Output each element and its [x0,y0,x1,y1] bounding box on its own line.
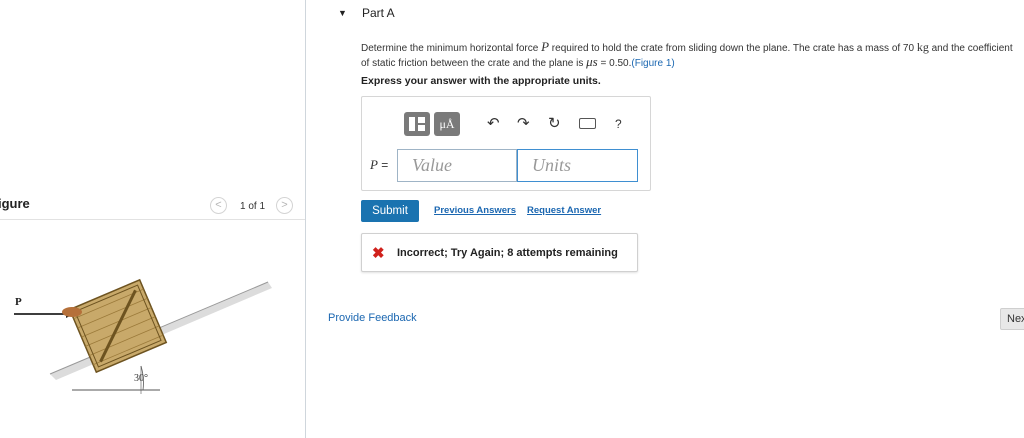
undo-icon[interactable]: ↶ [487,115,500,133]
provide-feedback-link[interactable]: Provide Feedback [328,312,417,324]
error-x-icon: ✖ [372,245,385,262]
panel-divider [305,0,306,438]
redo-icon[interactable]: ↷ [517,115,530,133]
hand [62,307,82,317]
figure-link[interactable]: (Figure 1) [631,58,674,69]
submit-button[interactable]: Submit [361,200,419,222]
figure-panel: igure < 1 of 1 > 30° P [0,0,306,438]
reset-icon[interactable]: ↻ [548,115,561,133]
feedback-message: ✖ Incorrect; Try Again; 8 attempts remai… [361,233,638,272]
previous-answers-link[interactable]: Previous Answers [434,205,516,216]
answer-variable-label: P = [370,157,389,172]
units-input[interactable]: Units [517,149,638,182]
help-icon[interactable]: ? [615,115,622,133]
problem-statement: Determine the minimum horizontal force P… [361,39,1013,69]
feedback-text: Incorrect; Try Again; 8 attempts remaini… [397,247,618,259]
crate-on-incline-figure: 30° P [14,278,272,394]
part-title[interactable]: Part A [362,6,395,20]
units-symbol-button[interactable]: μÅ [434,112,460,136]
figure-title: igure [0,196,30,211]
templates-icon[interactable] [404,112,430,136]
figure-next-button[interactable]: > [276,197,293,214]
answer-editor: μÅ ↶ ↷ ↻ ? P = Value Units [361,96,651,191]
crate [68,278,168,374]
request-answer-link[interactable]: Request Answer [527,205,601,216]
question-content: ▼ Part A Determine the minimum horizonta… [328,0,1024,438]
next-button[interactable]: Nex [1000,308,1024,330]
figure-prev-button[interactable]: < [210,197,227,214]
figure-header: igure < 1 of 1 > [0,196,306,220]
instruction-text: Express your answer with the appropriate… [361,75,601,87]
collapse-arrow-icon[interactable]: ▼ [338,8,347,18]
force-label: P [15,296,22,308]
keyboard-icon[interactable] [579,118,596,129]
figure-pager-text: 1 of 1 [240,201,266,212]
angle-label: 30° [134,373,148,384]
value-input[interactable]: Value [397,149,517,182]
